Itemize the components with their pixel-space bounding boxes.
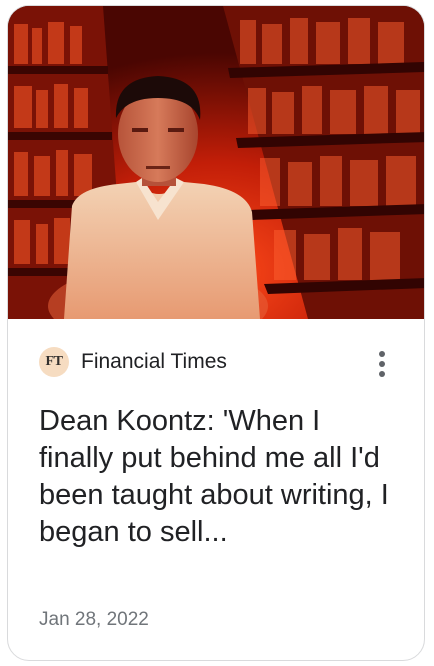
source-row[interactable]: FT Financial Times [39, 346, 227, 378]
more-dot [379, 351, 385, 357]
publish-date: Jan 28, 2022 [39, 609, 149, 630]
more-dot [379, 371, 385, 377]
news-card[interactable]: FT Financial Times Dean Koontz: 'When I … [7, 5, 425, 661]
author-portrait-photo [8, 6, 424, 319]
article-meta: FT Financial Times Dean Koontz: 'When I … [8, 319, 424, 660]
more-vert-icon[interactable] [368, 347, 396, 381]
more-dot [379, 361, 385, 367]
financial-times-logo: FT [39, 347, 69, 377]
article-thumbnail[interactable] [8, 6, 424, 319]
source-name: Financial Times [81, 350, 227, 373]
article-headline[interactable]: Dean Koontz: 'When I finally put behind … [39, 403, 399, 551]
